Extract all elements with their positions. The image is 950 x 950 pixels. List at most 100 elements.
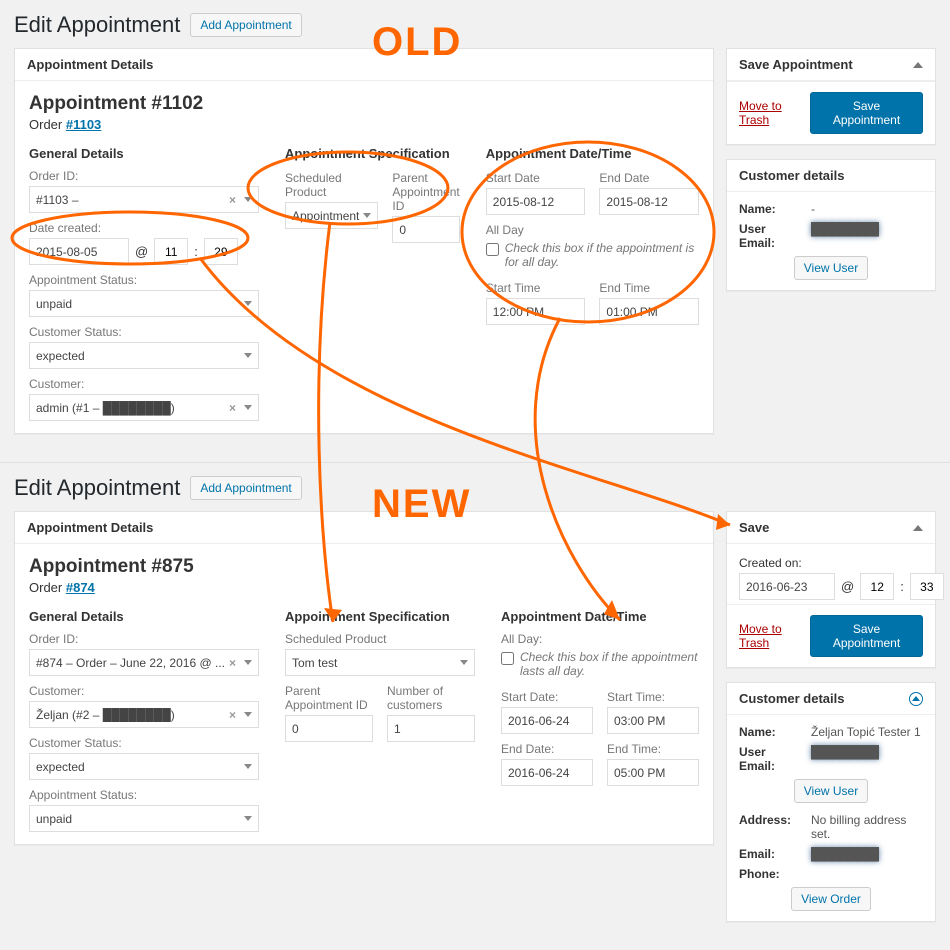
cust-email2-label: Email: bbox=[739, 847, 805, 861]
start-time-input[interactable] bbox=[486, 298, 586, 325]
old-screen: Edit Appointment Add Appointment Appoint… bbox=[0, 0, 950, 462]
start-date-input[interactable] bbox=[501, 707, 593, 734]
end-date-input[interactable] bbox=[501, 759, 593, 786]
new-screen: Edit Appointment Add Appointment Appoint… bbox=[0, 463, 950, 950]
end-time-label: End Time: bbox=[607, 742, 699, 756]
cust-name-label: Name: bbox=[739, 725, 805, 739]
all-day-checkbox[interactable] bbox=[501, 652, 514, 665]
clear-icon[interactable]: × bbox=[225, 401, 240, 415]
cust-email-label: User Email: bbox=[739, 745, 805, 773]
customer-status-select[interactable]: expected bbox=[29, 753, 259, 780]
numcust-input[interactable] bbox=[387, 715, 475, 742]
start-date-label: Start Date: bbox=[501, 690, 593, 704]
cust-email2-value: ████████ bbox=[811, 847, 923, 861]
start-date-input[interactable] bbox=[486, 188, 586, 215]
cust-name-label: Name: bbox=[739, 202, 805, 216]
chevron-down-icon bbox=[244, 712, 252, 717]
all-day-checkbox[interactable] bbox=[486, 243, 499, 256]
customer-select[interactable]: Željan (#2 – ████████) × bbox=[29, 701, 259, 728]
add-appointment-button[interactable]: Add Appointment bbox=[190, 13, 301, 37]
date-created-input[interactable] bbox=[29, 238, 129, 265]
end-time-label: End Time bbox=[599, 281, 699, 295]
end-date-input[interactable] bbox=[599, 188, 699, 215]
general-details-column: General Details Order ID: #1103 – × Date… bbox=[29, 146, 259, 421]
chevron-down-icon bbox=[363, 213, 371, 218]
product-select[interactable]: Appointment bbox=[285, 202, 378, 229]
clear-icon[interactable]: × bbox=[225, 708, 240, 722]
move-to-trash-link[interactable]: Move to Trash bbox=[739, 99, 810, 127]
end-time-input[interactable] bbox=[607, 759, 699, 786]
collapse-icon[interactable] bbox=[913, 62, 923, 68]
end-date-label: End Date bbox=[599, 171, 699, 185]
customer-panel-title: Customer details bbox=[739, 691, 844, 706]
customer-status-select[interactable]: expected bbox=[29, 342, 259, 369]
collapse-icon[interactable] bbox=[913, 525, 923, 531]
view-order-button[interactable]: View Order bbox=[791, 887, 871, 911]
created-minute-input[interactable] bbox=[910, 573, 944, 600]
cust-phone-value bbox=[811, 867, 923, 881]
order-link[interactable]: #1103 bbox=[66, 117, 101, 132]
order-id-select[interactable]: #874 – Order – June 22, 2016 @ ... × bbox=[29, 649, 259, 676]
start-time-input[interactable] bbox=[607, 707, 699, 734]
cust-address-label: Address: bbox=[739, 813, 805, 841]
order-id-select[interactable]: #1103 – × bbox=[29, 186, 259, 213]
order-line: Order #1103 bbox=[29, 117, 699, 132]
date-created-label: Date created: bbox=[29, 221, 259, 235]
parent-id-label: Parent Appointment ID bbox=[392, 171, 459, 213]
numcust-label: Number of customers bbox=[387, 684, 475, 712]
end-time-input[interactable] bbox=[599, 298, 699, 325]
appointment-heading: Appointment #1102 bbox=[29, 93, 699, 115]
created-date-input[interactable] bbox=[739, 573, 835, 600]
cust-email-value: ████████ bbox=[811, 745, 923, 773]
created-hour-input[interactable] bbox=[860, 573, 894, 600]
product-label: Scheduled Product bbox=[285, 632, 475, 646]
start-time-label: Start Time bbox=[486, 281, 586, 295]
hour-input[interactable] bbox=[154, 238, 188, 265]
parent-id-input[interactable] bbox=[285, 715, 373, 742]
datetime-column: Appointment Date/Time All Day: Check thi… bbox=[501, 609, 699, 832]
collapse-icon[interactable] bbox=[909, 692, 923, 706]
datetime-column: Appointment Date/Time Start Date End Dat… bbox=[486, 146, 699, 421]
appointment-heading: Appointment #875 bbox=[29, 556, 699, 578]
customer-label: Customer: bbox=[29, 377, 259, 391]
view-user-button[interactable]: View User bbox=[794, 779, 868, 803]
status-select[interactable]: unpaid bbox=[29, 805, 259, 832]
all-day-label: All Day: bbox=[501, 632, 699, 646]
customer-select[interactable]: admin (#1 – ████████) × bbox=[29, 394, 259, 421]
cust-name-value: - bbox=[811, 202, 923, 216]
add-appointment-button[interactable]: Add Appointment bbox=[190, 476, 301, 500]
save-appointment-button[interactable]: Save Appointment bbox=[810, 615, 923, 657]
order-link[interactable]: #874 bbox=[66, 580, 95, 595]
cust-address-value: No billing address set. bbox=[811, 813, 923, 841]
cust-email-value: ████████ bbox=[811, 222, 923, 250]
spec-heading: Appointment Specification bbox=[285, 609, 475, 624]
spec-column: Appointment Specification Scheduled Prod… bbox=[285, 146, 460, 421]
chevron-down-icon bbox=[244, 197, 252, 202]
panel-title: Appointment Details bbox=[27, 57, 153, 72]
general-heading: General Details bbox=[29, 146, 259, 161]
general-heading: General Details bbox=[29, 609, 259, 624]
status-label: Appointment Status: bbox=[29, 273, 259, 287]
chevron-down-icon bbox=[244, 353, 252, 358]
spec-column: Appointment Specification Scheduled Prod… bbox=[285, 609, 475, 832]
cust-email-label: User Email: bbox=[739, 222, 805, 250]
clear-icon[interactable]: × bbox=[225, 656, 240, 670]
save-panel: Save Created on: @ : Move to Trash Sav bbox=[726, 511, 936, 668]
customer-label: Customer: bbox=[29, 684, 259, 698]
move-to-trash-link[interactable]: Move to Trash bbox=[739, 622, 810, 650]
chevron-down-icon bbox=[460, 660, 468, 665]
minute-input[interactable] bbox=[204, 238, 238, 265]
parent-id-input[interactable] bbox=[392, 216, 459, 243]
save-appointment-button[interactable]: Save Appointment bbox=[810, 92, 923, 134]
save-panel-title: Save Appointment bbox=[739, 57, 853, 72]
general-details-column: General Details Order ID: #874 – Order –… bbox=[29, 609, 259, 832]
spec-heading: Appointment Specification bbox=[285, 146, 460, 161]
status-select[interactable]: unpaid bbox=[29, 290, 259, 317]
created-on-label: Created on: bbox=[739, 556, 923, 570]
product-select[interactable]: Tom test bbox=[285, 649, 475, 676]
product-label: Scheduled Product bbox=[285, 171, 378, 199]
chevron-down-icon bbox=[244, 816, 252, 821]
save-panel: Save Appointment Move to Trash Save Appo… bbox=[726, 48, 936, 145]
view-user-button[interactable]: View User bbox=[794, 256, 868, 280]
clear-icon[interactable]: × bbox=[225, 193, 240, 207]
